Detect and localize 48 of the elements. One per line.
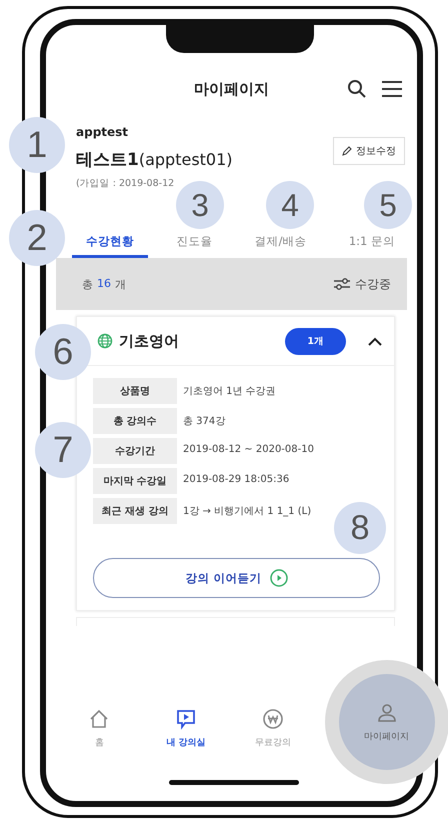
course-title: 기초영어 [119, 332, 180, 350]
annotation-marker: 2 [9, 210, 65, 266]
nav-item[interactable]: 무료강의 [238, 704, 308, 753]
detail-label: 마지막 수강일 [93, 468, 177, 494]
tab[interactable]: 1:1 문의 [334, 230, 409, 258]
user-name: 테스트1 [76, 149, 139, 171]
annotation-marker: 4 [266, 181, 314, 229]
detail-value: 기초영어 1년 수강권 [183, 385, 276, 399]
detail-label: 수강기간 [93, 438, 177, 464]
count-badge: 1개 [285, 328, 346, 354]
tab[interactable]: 진도율 [162, 230, 226, 258]
detail-value: 총 374강 [183, 415, 226, 429]
page-title: 마이페이지 [194, 80, 269, 98]
detail-label: 최근 재생 강의 [93, 498, 177, 524]
pencil-icon [342, 146, 352, 156]
account-id: (apptest01) [138, 150, 233, 169]
menu-icon[interactable] [381, 80, 403, 98]
user-id: apptest [76, 125, 128, 139]
annotation-marker: 6 [35, 324, 91, 380]
annotation-marker: 7 [35, 422, 91, 478]
total-count: 16 [97, 276, 111, 292]
detail-value: 2019-08-12 ~ 2020-08-10 [183, 443, 314, 457]
count-unit: 개 [115, 276, 126, 292]
filter-icon [334, 278, 350, 290]
play-bubble-icon [175, 708, 198, 730]
detail-label: 상품명 [93, 378, 177, 404]
continue-lecture-button[interactable]: 강의 이어듣기 [93, 558, 380, 598]
detail-value: 2019-08-29 18:05:36 [183, 473, 290, 487]
edit-profile-button[interactable]: 정보수정 [333, 137, 405, 165]
nav-item[interactable]: 홈 [64, 704, 134, 753]
tab[interactable]: 결제/배송 [240, 230, 320, 258]
annotation-marker: 5 [364, 181, 412, 229]
join-date: (가입일 : 2019-08-12 [76, 177, 174, 190]
nav-item[interactable]: 마이페이지 [324, 660, 448, 784]
search-icon[interactable] [347, 79, 367, 99]
person-icon [376, 702, 398, 724]
total-label: 총 [82, 276, 93, 292]
chevron-icon[interactable] [368, 336, 382, 346]
annotation-marker: 3 [176, 181, 224, 229]
nav-item[interactable]: 내 강의실 [151, 704, 222, 753]
won-coin-icon [262, 708, 284, 730]
home-icon [88, 708, 110, 730]
filter-button[interactable]: 수강중 [334, 276, 391, 292]
globe-icon [97, 333, 113, 349]
detail-value: 1강 → 비행기에서 1 1_1 (L) [183, 505, 312, 519]
annotation-marker: 1 [9, 117, 65, 173]
play-icon [270, 569, 288, 587]
detail-label: 총 강의수 [93, 408, 177, 434]
